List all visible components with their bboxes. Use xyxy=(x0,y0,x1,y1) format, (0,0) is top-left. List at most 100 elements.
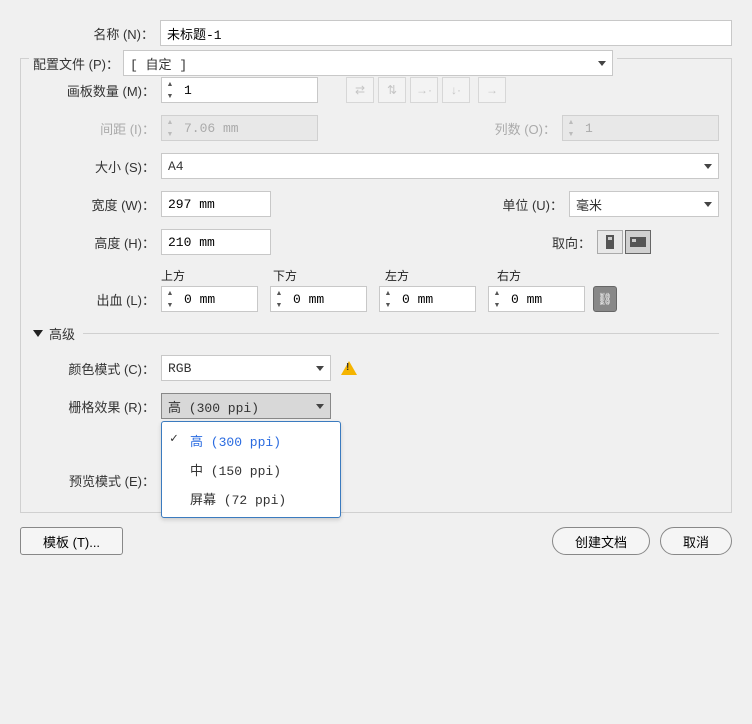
advanced-toggle[interactable]: 高级 xyxy=(33,324,719,343)
arrange-down-icon: ↓· xyxy=(442,77,470,103)
height-label: 高度 (H)： xyxy=(33,233,161,252)
bleed-top-h: 上方 xyxy=(161,267,273,284)
spinner-up-icon[interactable]: ▲ xyxy=(162,287,178,299)
color-mode-label: 颜色模式 (C)： xyxy=(33,359,161,378)
preview-row: 预览模式 (E)： xyxy=(33,471,719,490)
color-mode-value: RGB xyxy=(168,361,191,376)
bleed-link-button[interactable]: ⛓ xyxy=(593,286,617,312)
spinner-down-icon[interactable]: ▼ xyxy=(489,299,505,311)
portrait-icon xyxy=(603,234,617,250)
raster-option-high[interactable]: ✓ 高 (300 ppi) xyxy=(162,426,340,455)
chevron-down-icon xyxy=(316,366,324,371)
raster-option-label: 高 (300 ppi) xyxy=(190,435,281,450)
bleed-bottom-h: 下方 xyxy=(273,267,385,284)
spinner-down-icon[interactable]: ▼ xyxy=(271,299,287,311)
spinner-down-icon[interactable]: ▼ xyxy=(162,90,178,102)
warning-icon xyxy=(341,361,357,375)
check-icon: ✓ xyxy=(170,431,178,446)
template-button[interactable]: 模板 (T)... xyxy=(20,527,123,555)
raster-row: 栅格效果 (R)： 高 (300 ppi) ✓ 高 (300 ppi) 中 (1… xyxy=(33,393,719,419)
raster-value: 高 (300 ppi) xyxy=(168,397,259,416)
columns-label: 列数 (O)： xyxy=(495,119,562,138)
spinner-up-icon[interactable]: ▲ xyxy=(380,287,396,299)
spinner-up-icon[interactable]: ▲ xyxy=(162,78,178,90)
name-label: 名称 (N)： xyxy=(20,24,160,43)
spinner-down-icon: ▼ xyxy=(563,128,579,140)
bleed-bottom-input[interactable] xyxy=(287,286,367,312)
orient-portrait-button[interactable] xyxy=(597,230,623,254)
profile-label: 配置文件 (P)： xyxy=(33,54,119,73)
profile-fieldset: 配置文件 (P)： [ 自定 ] 画板数量 (M)： ▲ ▼ ⇄ ⇅ →· ↓· xyxy=(20,58,732,513)
raster-option-screen[interactable]: 屏幕 (72 ppi) xyxy=(162,484,340,513)
bleed-top-spinner[interactable]: ▲▼ xyxy=(161,286,258,312)
cancel-button[interactable]: 取消 xyxy=(660,527,732,555)
width-row: 宽度 (W)： 单位 (U)： 毫米 xyxy=(33,191,719,217)
artboard-count-row: 画板数量 (M)： ▲ ▼ ⇄ ⇅ →· ↓· → xyxy=(33,77,719,103)
artboard-count-spinner[interactable]: ▲ ▼ xyxy=(161,77,318,103)
units-label: 单位 (U)： xyxy=(502,195,569,214)
disclosure-triangle-icon xyxy=(33,330,43,337)
orient-label: 取向： xyxy=(552,233,597,252)
width-input[interactable] xyxy=(161,191,271,217)
raster-label: 栅格效果 (R)： xyxy=(33,397,161,416)
bleed-left-input[interactable] xyxy=(396,286,476,312)
bleed-left-h: 左方 xyxy=(385,267,497,284)
profile-select[interactable]: [ 自定 ] xyxy=(123,50,613,76)
arrange-right-icon: →· xyxy=(410,77,438,103)
profile-legend: 配置文件 (P)： [ 自定 ] xyxy=(29,50,617,76)
name-row: 名称 (N)： xyxy=(20,20,732,46)
spacing-input xyxy=(178,115,318,141)
rtl-icon: → xyxy=(478,77,506,103)
artboard-count-label: 画板数量 (M)： xyxy=(33,81,161,100)
bleed-row: 出血 (L)： ▲▼ ▲▼ ▲▼ ▲▼ ⛓ xyxy=(33,286,719,312)
bleed-right-spinner[interactable]: ▲▼ xyxy=(488,286,585,312)
bleed-right-input[interactable] xyxy=(505,286,585,312)
raster-option-label: 屏幕 (72 ppi) xyxy=(190,493,286,508)
spinner-up-icon: ▲ xyxy=(563,116,579,128)
color-mode-row: 颜色模式 (C)： RGB xyxy=(33,355,719,381)
bleed-top-input[interactable] xyxy=(178,286,258,312)
chevron-down-icon xyxy=(316,404,324,409)
size-select[interactable]: A4 xyxy=(161,153,719,179)
profile-value: [ 自定 ] xyxy=(130,54,187,73)
name-input[interactable] xyxy=(160,20,732,46)
spinner-down-icon[interactable]: ▼ xyxy=(380,299,396,311)
bleed-label: 出血 (L)： xyxy=(33,286,161,309)
bleed-headers: 上方 下方 左方 右方 xyxy=(33,267,719,286)
raster-dropdown: ✓ 高 (300 ppi) 中 (150 ppi) 屏幕 (72 ppi) xyxy=(161,421,341,518)
bleed-bottom-spinner[interactable]: ▲▼ xyxy=(270,286,367,312)
bleed-right-h: 右方 xyxy=(497,267,609,284)
color-mode-select[interactable]: RGB xyxy=(161,355,331,381)
units-select[interactable]: 毫米 xyxy=(569,191,719,217)
chevron-down-icon xyxy=(704,202,712,207)
orient-landscape-button[interactable] xyxy=(625,230,651,254)
spinner-up-icon[interactable]: ▲ xyxy=(489,287,505,299)
button-bar: 模板 (T)... 创建文档 取消 xyxy=(20,527,732,555)
spacing-label: 间距 (I)： xyxy=(33,119,161,138)
spinner-down-icon[interactable]: ▼ xyxy=(162,299,178,311)
units-value: 毫米 xyxy=(576,195,602,214)
size-value: A4 xyxy=(168,159,184,174)
columns-spinner: ▲ ▼ xyxy=(562,115,719,141)
orient-group xyxy=(597,230,651,254)
spinner-up-icon: ▲ xyxy=(162,116,178,128)
grid-row-icon: ⇄ xyxy=(346,77,374,103)
spinner-down-icon: ▼ xyxy=(162,128,178,140)
raster-option-label: 中 (150 ppi) xyxy=(190,464,281,479)
size-label: 大小 (S)： xyxy=(33,157,161,176)
raster-option-medium[interactable]: 中 (150 ppi) xyxy=(162,455,340,484)
advanced-label: 高级 xyxy=(49,324,75,343)
new-document-dialog: 名称 (N)： 配置文件 (P)： [ 自定 ] 画板数量 (M)： ▲ ▼ xyxy=(20,20,732,555)
spacing-row: 间距 (I)： ▲ ▼ 列数 (O)： ▲ ▼ xyxy=(33,115,719,141)
artboard-count-input[interactable] xyxy=(178,77,318,103)
size-row: 大小 (S)： A4 xyxy=(33,153,719,179)
raster-select[interactable]: 高 (300 ppi) xyxy=(161,393,331,419)
chevron-down-icon xyxy=(598,61,606,66)
landscape-icon xyxy=(629,235,647,249)
create-button[interactable]: 创建文档 xyxy=(552,527,650,555)
spinner-up-icon[interactable]: ▲ xyxy=(271,287,287,299)
height-input[interactable] xyxy=(161,229,271,255)
spacing-spinner: ▲ ▼ xyxy=(161,115,318,141)
bleed-left-spinner[interactable]: ▲▼ xyxy=(379,286,476,312)
link-icon: ⛓ xyxy=(597,292,612,306)
